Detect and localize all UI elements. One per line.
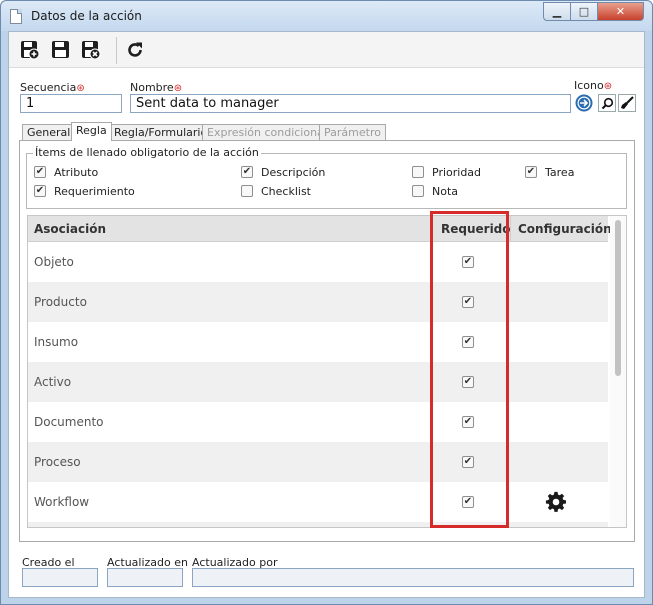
prioridad-checkbox[interactable] <box>412 166 424 178</box>
close-button[interactable]: ✕ <box>597 2 644 21</box>
action-icon-preview <box>575 94 593 112</box>
row-asociacion: Activo <box>34 375 72 389</box>
requerido-checkbox[interactable]: ✔ <box>462 456 474 468</box>
atributo-checkbox[interactable]: ✔ <box>34 166 46 178</box>
nombre-label: Nombre⊛ <box>130 81 183 94</box>
nombre-field[interactable]: Sent data to manager <box>130 94 571 113</box>
required-mark: ⊛ <box>603 81 613 92</box>
window-controls: ▁ □ ✕ <box>543 2 644 21</box>
secuencia-label: Secuencia⊛ <box>20 81 85 94</box>
descripcion-label: Descripción <box>261 166 326 179</box>
atributo-label: Atributo <box>54 166 99 179</box>
checklist-label: Checklist <box>261 185 311 198</box>
mandatory-items-group: Ítems de llenado obligatorio de la acció… <box>26 146 627 209</box>
secuencia-field[interactable]: 1 <box>20 94 122 113</box>
association-grid: Asociación Requerido Configuración Objet… <box>27 215 627 528</box>
column-requerido[interactable]: Requerido <box>441 222 511 236</box>
row-asociacion: Workflow <box>34 495 90 509</box>
dialog-window: Datos de la acción ▁ □ ✕ Secuencia⊛ 1 No… <box>0 0 653 605</box>
arrow-right-circle-icon <box>575 94 593 112</box>
grid-scrollbar[interactable] <box>610 216 626 527</box>
nota-checkbox[interactable] <box>412 185 424 197</box>
save-icon <box>52 41 69 58</box>
icono-label: Icono⊛ <box>574 79 613 92</box>
scrollbar-thumb[interactable] <box>615 220 621 376</box>
required-mark: ⊛ <box>76 83 85 94</box>
document-icon <box>10 9 22 24</box>
table-row[interactable]: Insumo ✔ <box>28 322 608 362</box>
requerido-checkbox[interactable]: ✔ <box>462 336 474 348</box>
requerimiento-checkbox[interactable]: ✔ <box>34 185 46 197</box>
refresh-icon <box>128 42 142 57</box>
row-asociacion: Proceso <box>34 455 81 469</box>
tab-regla-formulario[interactable]: Regla/Formulario <box>109 124 213 140</box>
magnifier-icon <box>601 97 613 109</box>
checklist-checkbox[interactable] <box>241 185 253 197</box>
actualizado-en-field <box>107 568 183 587</box>
save-close-button[interactable] <box>79 38 103 62</box>
minimize-button[interactable]: ▁ <box>543 2 570 21</box>
eraser-icon <box>621 96 634 109</box>
table-row[interactable]: Objeto ✔ <box>28 242 608 282</box>
descripcion-checkbox[interactable]: ✔ <box>241 166 253 178</box>
dialog-body: Secuencia⊛ 1 Nombre⊛ Sent data to manage… <box>8 31 645 598</box>
save-new-icon <box>21 41 40 60</box>
row-asociacion: Objeto <box>34 255 74 269</box>
table-row[interactable]: Proceso ✔ <box>28 442 608 482</box>
tarea-label: Tarea <box>545 166 575 179</box>
grid-header: Asociación Requerido Configuración <box>28 216 612 242</box>
tab-general[interactable]: General <box>22 124 76 140</box>
table-row[interactable]: Documento ✔ <box>28 402 608 442</box>
table-row <box>28 522 608 527</box>
row-asociacion: Documento <box>34 415 104 429</box>
tab-expresion-condicional: Expresión condicional <box>202 124 332 140</box>
refresh-button[interactable] <box>123 38 147 62</box>
required-mark: ⊛ <box>173 83 183 94</box>
tab-regla[interactable]: Regla <box>71 122 112 141</box>
requerido-checkbox[interactable]: ✔ <box>462 296 474 308</box>
row-asociacion: Insumo <box>34 335 79 349</box>
title-bar[interactable]: Datos de la acción ▁ □ ✕ <box>1 1 652 31</box>
window-title: Datos de la acción <box>31 9 142 23</box>
toolbar-separator <box>116 37 117 64</box>
tarea-checkbox[interactable]: ✔ <box>525 166 537 178</box>
actualizado-por-field <box>192 568 634 587</box>
column-separator <box>431 216 432 242</box>
requerido-checkbox[interactable]: ✔ <box>462 376 474 388</box>
requerido-checkbox[interactable]: ✔ <box>462 416 474 428</box>
tab-panel-regla: Ítems de llenado obligatorio de la acció… <box>19 140 635 542</box>
row-asociacion: Producto <box>34 295 87 309</box>
maximize-button[interactable]: □ <box>570 2 597 21</box>
column-asociacion[interactable]: Asociación <box>34 222 106 236</box>
icon-search-button[interactable] <box>598 94 616 112</box>
mandatory-items-legend: Ítems de llenado obligatorio de la acció… <box>33 146 261 159</box>
save-close-icon <box>82 41 101 60</box>
icon-clear-button[interactable] <box>618 94 636 112</box>
gear-icon[interactable] <box>545 491 567 513</box>
table-row[interactable]: Activo ✔ <box>28 362 608 402</box>
nota-label: Nota <box>432 185 459 198</box>
requerido-checkbox[interactable]: ✔ <box>462 496 474 508</box>
requerimiento-label: Requerimiento <box>54 185 135 198</box>
toolbar <box>9 32 644 68</box>
requerido-checkbox[interactable]: ✔ <box>462 256 474 268</box>
table-row[interactable]: Producto ✔ <box>28 282 608 322</box>
prioridad-label: Prioridad <box>432 166 482 179</box>
save-button[interactable] <box>49 38 73 62</box>
column-configuracion[interactable]: Configuración <box>518 222 612 236</box>
table-row[interactable]: Workflow ✔ <box>28 482 608 522</box>
tab-parametro: Parámetro <box>319 124 386 140</box>
save-new-button[interactable] <box>18 38 42 62</box>
column-separator <box>510 216 511 242</box>
creado-el-field <box>22 568 98 587</box>
